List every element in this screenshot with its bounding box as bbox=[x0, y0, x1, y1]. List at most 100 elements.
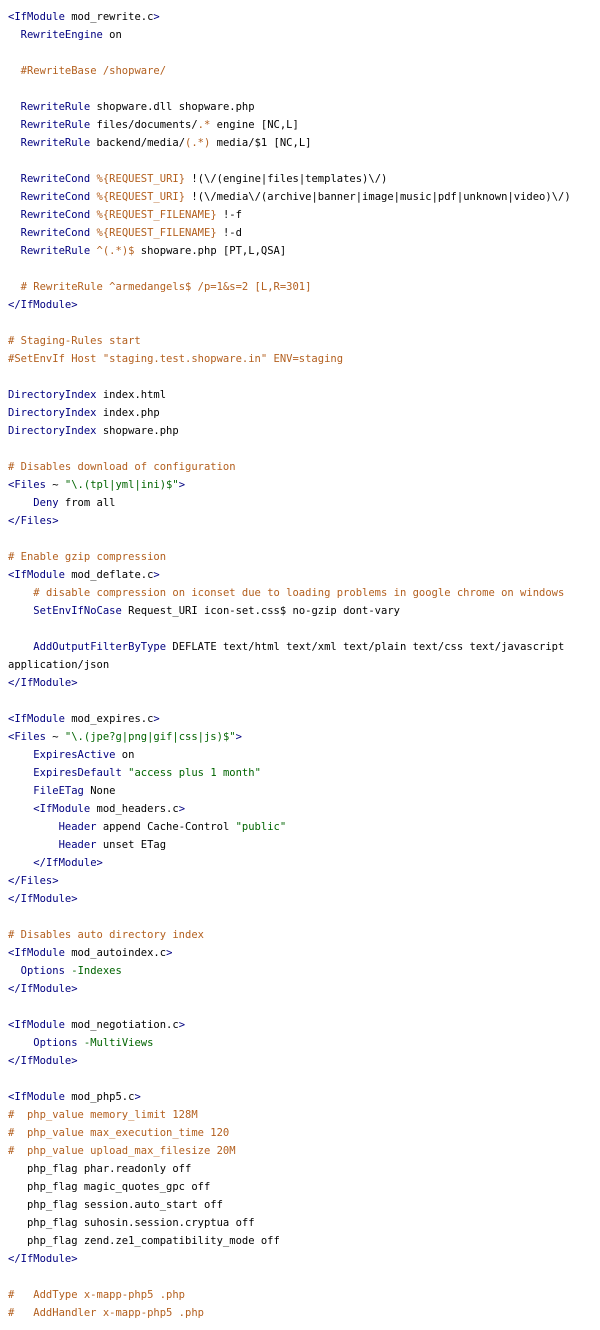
code-text: application/json bbox=[8, 659, 110, 671]
code-line: Header append Cache-Control "public" bbox=[8, 818, 600, 836]
code-text: DEFLATE text/html text/xml text/plain te… bbox=[166, 641, 565, 653]
code-string: -MultiViews bbox=[83, 1037, 154, 1049]
code-tag: > bbox=[153, 713, 160, 725]
code-line: RewriteCond %{REQUEST_FILENAME} !-f bbox=[8, 206, 600, 224]
code-line: # php_value max_execution_time 120 bbox=[8, 1124, 600, 1142]
code-string: "public" bbox=[235, 821, 287, 833]
code-directive: RewriteRule bbox=[20, 137, 91, 149]
code-line: # Disables download of configuration bbox=[8, 458, 600, 476]
code-directive: RewriteCond bbox=[20, 191, 91, 203]
code-text: media/$1 [NC,L] bbox=[210, 137, 312, 149]
code-line: </IfModule> bbox=[8, 890, 600, 908]
code-text: !-f bbox=[216, 209, 242, 221]
code-line: RewriteRule ^(.*)$ shopware.php [PT,L,QS… bbox=[8, 242, 600, 260]
code-text: mod_expires.c bbox=[64, 713, 154, 725]
code-comment: # AddHandler x-mapp-php5 .php bbox=[8, 1307, 204, 1319]
code-line: </IfModule> bbox=[8, 1250, 600, 1268]
code-comment: # Staging-Rules start bbox=[8, 335, 141, 347]
code-line: ExpiresActive on bbox=[8, 746, 600, 764]
code-text: php_flag magic_quotes_gpc off bbox=[8, 1181, 211, 1193]
code-directive: Options bbox=[33, 1037, 78, 1049]
code-text: unset ETag bbox=[96, 839, 167, 851]
code-text: php_flag session.auto_start off bbox=[8, 1199, 223, 1211]
code-text: shopware.php [PT,L,QSA] bbox=[134, 245, 287, 257]
code-line: <IfModule mod_deflate.c> bbox=[8, 566, 600, 584]
code-tag: <IfModule bbox=[8, 569, 65, 581]
code-string: "\.(jpe?g|png|gif|css|js)$" bbox=[64, 731, 236, 743]
code-directive: Deny bbox=[33, 497, 59, 509]
code-line: # disable compression on iconset due to … bbox=[8, 584, 600, 602]
code-tag: <IfModule bbox=[8, 1019, 65, 1031]
code-line: <IfModule mod_expires.c> bbox=[8, 710, 600, 728]
code-comment: #SetEnvIf Host "staging.test.shopware.in… bbox=[8, 353, 344, 365]
code-string: "access plus 1 month" bbox=[128, 767, 261, 779]
code-variable: .* bbox=[197, 119, 211, 131]
code-text: on bbox=[115, 749, 135, 761]
code-directive: DirectoryIndex bbox=[8, 425, 97, 437]
code-tag: <IfModule bbox=[8, 713, 65, 725]
code-line: php_flag session.auto_start off bbox=[8, 1196, 600, 1214]
code-text: !(\/(engine|files|templates)\/) bbox=[185, 173, 388, 185]
code-directive: RewriteCond bbox=[20, 227, 91, 239]
code-directive: ExpiresActive bbox=[33, 749, 116, 761]
code-line: <IfModule mod_negotiation.c> bbox=[8, 1016, 600, 1034]
code-tag: <Files bbox=[8, 731, 46, 743]
code-comment: # Disables download of configuration bbox=[8, 461, 236, 473]
code-tag: </IfModule> bbox=[8, 1253, 78, 1265]
code-text: mod_negotiation.c bbox=[64, 1019, 179, 1031]
code-tag: > bbox=[235, 731, 242, 743]
code-variable: %{REQUEST_URI} bbox=[96, 173, 186, 185]
code-directive: Header bbox=[58, 821, 97, 833]
code-text: mod_deflate.c bbox=[64, 569, 154, 581]
code-tag: <IfModule bbox=[8, 947, 65, 959]
code-line: </IfModule> bbox=[8, 854, 600, 872]
code-line: RewriteCond %{REQUEST_URI} !(\/(engine|f… bbox=[8, 170, 600, 188]
code-text: mod_headers.c bbox=[90, 803, 179, 815]
code-directive: AddOutputFilterByType bbox=[33, 641, 167, 653]
code-text: mod_autoindex.c bbox=[64, 947, 167, 959]
code-text: php_flag zend.ze1_compatibility_mode off bbox=[8, 1235, 280, 1247]
code-line: # Enable gzip compression bbox=[8, 548, 600, 566]
code-line: # php_value memory_limit 128M bbox=[8, 1106, 600, 1124]
code-directive: FileETag bbox=[33, 785, 84, 797]
code-tag: <IfModule bbox=[33, 803, 91, 815]
code-text: mod_php5.c bbox=[64, 1091, 135, 1103]
code-text: from all bbox=[58, 497, 116, 509]
code-tag: </IfModule> bbox=[8, 1055, 78, 1067]
code-tag: > bbox=[153, 11, 160, 23]
code-line: </IfModule> bbox=[8, 296, 600, 314]
code-line: <IfModule mod_headers.c> bbox=[8, 800, 600, 818]
code-line: RewriteRule shopware.dll shopware.php bbox=[8, 98, 600, 116]
code-tag: </Files> bbox=[8, 875, 59, 887]
code-comment: # php_value max_execution_time 120 bbox=[8, 1127, 230, 1139]
code-line: RewriteCond %{REQUEST_URI} !(\/media\/(a… bbox=[8, 188, 600, 206]
code-variable: %{REQUEST_FILENAME} bbox=[96, 209, 217, 221]
code-line: # php_value upload_max_filesize 20M bbox=[8, 1142, 600, 1160]
code-line: RewriteRule backend/media/(.*) media/$1 … bbox=[8, 134, 600, 152]
code-line: # Staging-Rules start bbox=[8, 332, 600, 350]
code-line: AddOutputFilterByType DEFLATE text/html … bbox=[8, 638, 600, 656]
code-text: !-d bbox=[216, 227, 242, 239]
code-tag: > bbox=[153, 569, 160, 581]
